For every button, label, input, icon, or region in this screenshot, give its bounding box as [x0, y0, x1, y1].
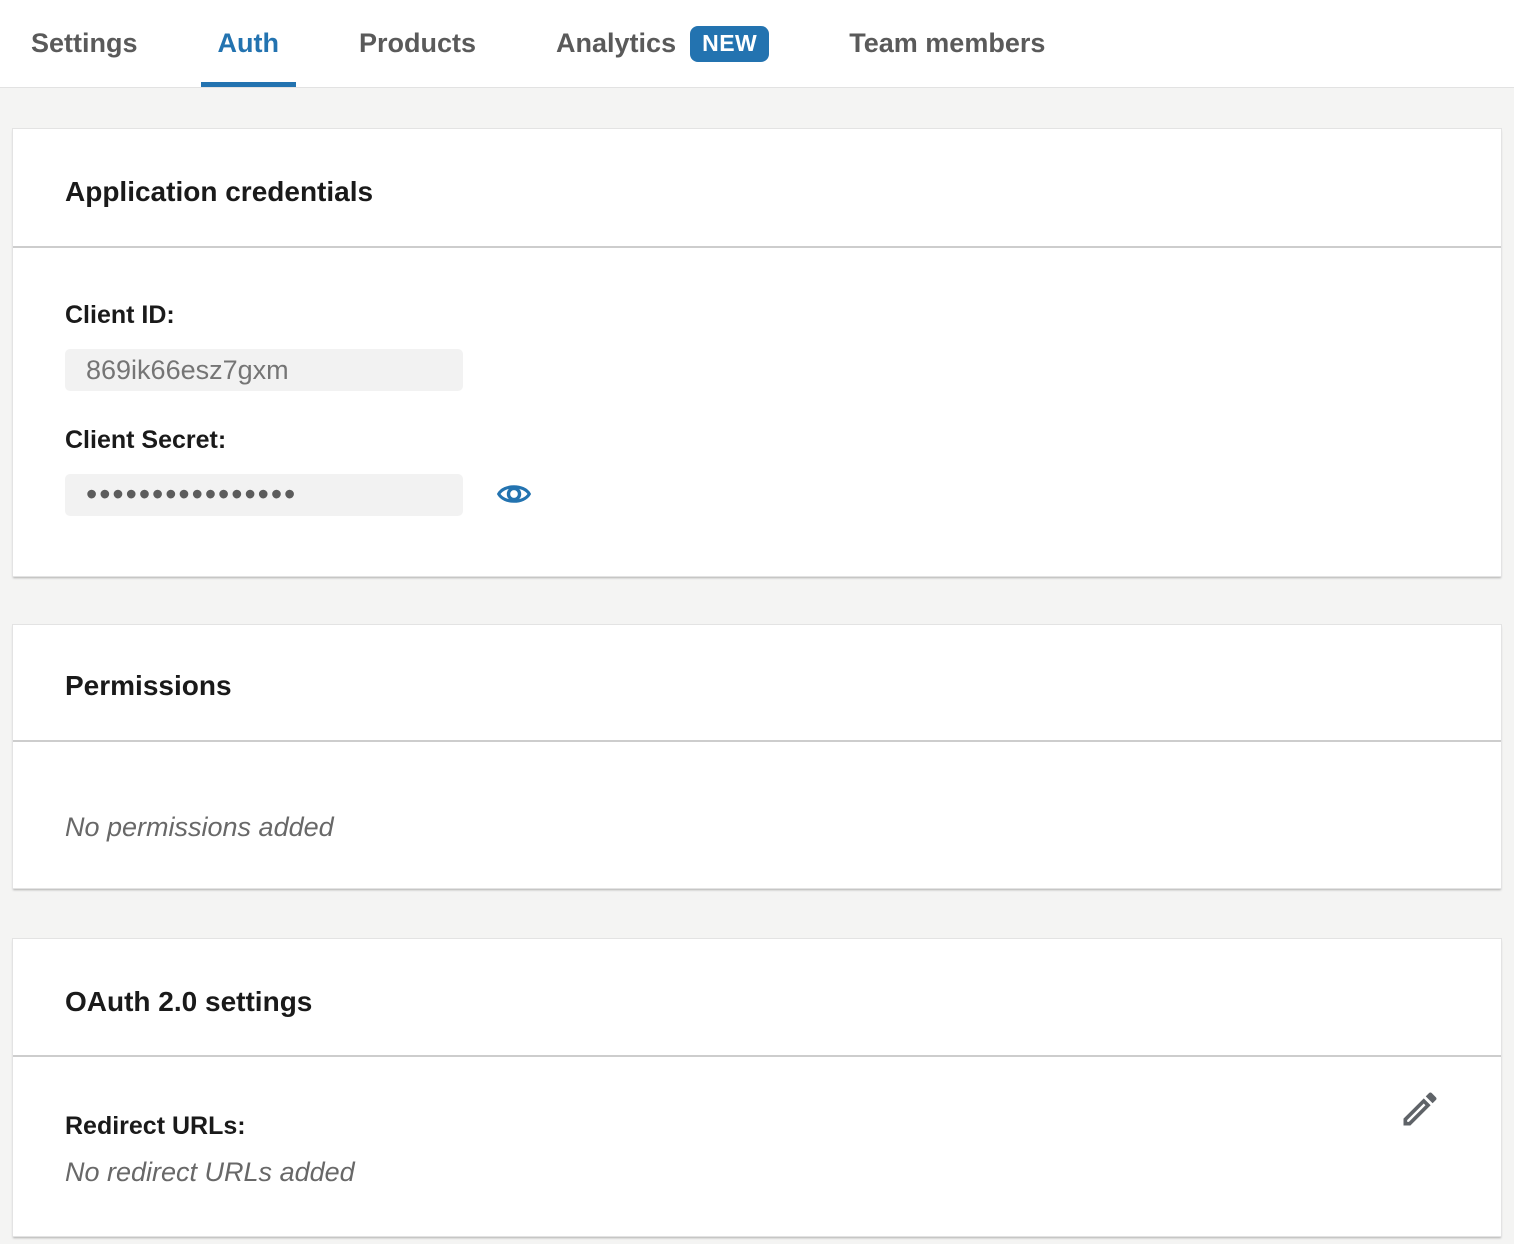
permissions-body: No permissions added: [13, 742, 1501, 888]
tab-auth[interactable]: Auth: [201, 0, 296, 87]
client-secret-field[interactable]: ••••••••••••••••: [65, 474, 463, 516]
application-credentials-body: Client ID: 869ik66esz7gxm Client Secret:…: [13, 248, 1501, 576]
pencil-icon: [1398, 1087, 1442, 1134]
oauth-settings-header: OAuth 2.0 settings: [13, 939, 1501, 1057]
reveal-secret-button[interactable]: [496, 477, 532, 513]
edit-redirect-urls-button[interactable]: [1397, 1087, 1443, 1133]
oauth-settings-body: Redirect URLs: No redirect URLs added: [13, 1057, 1501, 1236]
tab-bar: Settings Auth Products Analytics NEW Tea…: [0, 0, 1514, 88]
new-badge: NEW: [690, 26, 769, 62]
redirect-urls-empty-text: No redirect URLs added: [65, 1159, 1449, 1186]
tab-auth-label: Auth: [218, 28, 279, 59]
oauth-settings-title: OAuth 2.0 settings: [65, 985, 1449, 1019]
application-credentials-title: Application credentials: [65, 175, 1449, 209]
tab-products[interactable]: Products: [342, 0, 493, 87]
tab-analytics[interactable]: Analytics NEW: [539, 0, 786, 87]
client-secret-row: ••••••••••••••••: [65, 474, 1449, 516]
permissions-empty-text: No permissions added: [65, 814, 1449, 840]
permissions-title: Permissions: [65, 669, 1449, 703]
eye-icon: [497, 481, 531, 510]
main-content: Application credentials Client ID: 869ik…: [0, 128, 1514, 1237]
tab-products-label: Products: [359, 28, 476, 59]
tab-analytics-label: Analytics: [556, 28, 676, 59]
tab-team-members[interactable]: Team members: [832, 0, 1062, 87]
redirect-urls-label: Redirect URLs:: [65, 1113, 1449, 1139]
tab-settings-label: Settings: [31, 28, 138, 59]
permissions-header: Permissions: [13, 625, 1501, 742]
application-credentials-header: Application credentials: [13, 129, 1501, 248]
oauth-settings-card: OAuth 2.0 settings Redirect URLs: No red…: [12, 938, 1502, 1237]
permissions-card: Permissions No permissions added: [12, 624, 1502, 889]
tab-settings[interactable]: Settings: [14, 0, 155, 87]
client-id-label: Client ID:: [65, 302, 1449, 328]
tab-team-members-label: Team members: [849, 28, 1045, 59]
application-credentials-card: Application credentials Client ID: 869ik…: [12, 128, 1502, 577]
client-secret-label: Client Secret:: [65, 427, 1449, 453]
client-id-field[interactable]: 869ik66esz7gxm: [65, 349, 463, 391]
